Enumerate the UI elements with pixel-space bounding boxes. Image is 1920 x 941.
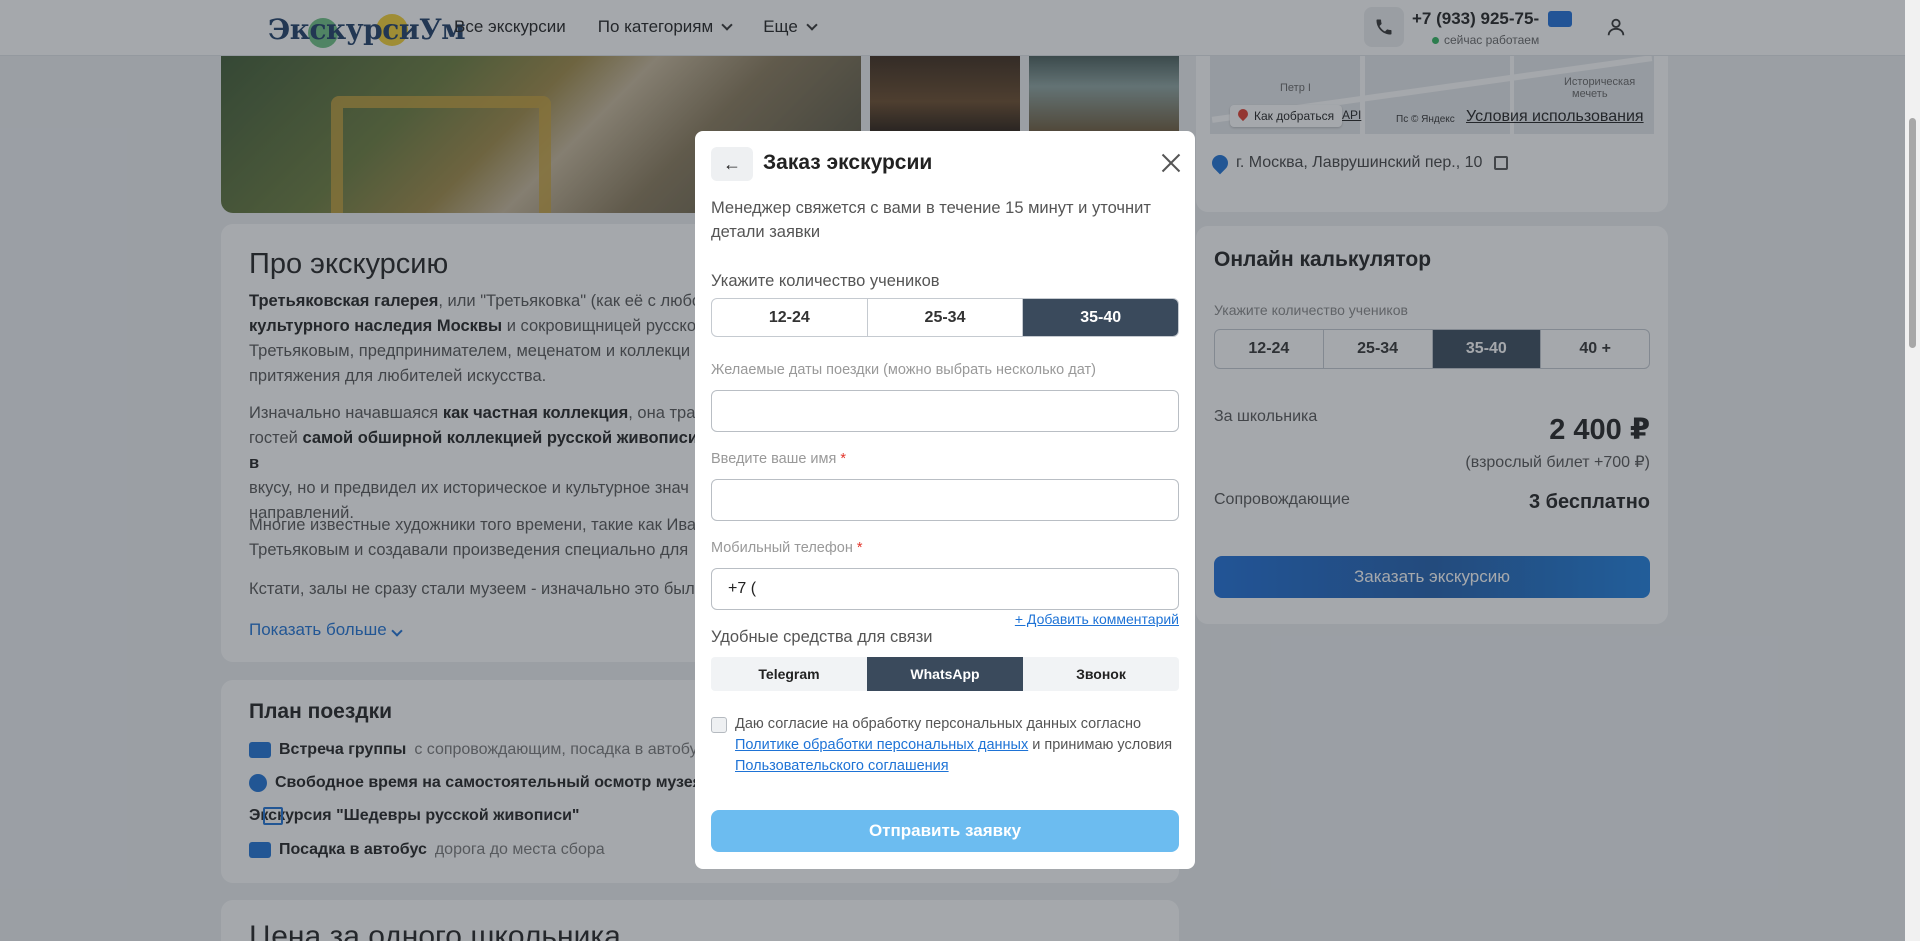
close-icon[interactable] — [1159, 151, 1183, 175]
required-mark: * — [840, 451, 847, 467]
add-comment-link[interactable]: + Добавить комментарий — [1015, 611, 1179, 627]
contact-method-label: Удобные средства для связи — [711, 628, 933, 646]
contact-option-whatsapp[interactable]: WhatsApp — [867, 657, 1023, 691]
consent-text: Даю согласие на обработку персональных д… — [735, 716, 1173, 774]
modal-description: Менеджер свяжется с вами в течение 15 ми… — [711, 199, 1151, 241]
submit-request-button[interactable]: Отправить заявку — [711, 810, 1179, 852]
privacy-policy-link[interactable]: Политике обработки персональных данных — [735, 737, 1028, 753]
dates-input[interactable] — [711, 390, 1179, 432]
name-input[interactable] — [711, 479, 1179, 521]
scrollbar-thumb[interactable] — [1909, 118, 1916, 348]
phone-input[interactable]: +7 ( — [711, 568, 1179, 610]
contact-option-call[interactable]: Звонок — [1023, 657, 1179, 691]
consent-checkbox[interactable] — [711, 717, 727, 733]
student-count-option-selected[interactable]: 35-40 — [1023, 299, 1178, 336]
required-mark: * — [856, 540, 863, 556]
modal-title: Заказ экскурсии — [763, 151, 933, 174]
phone-label: Мобильный телефон * — [711, 540, 863, 556]
student-count-option[interactable]: 12-24 — [712, 299, 868, 336]
dates-label: Желаемые даты поездки (можно выбрать нес… — [711, 362, 1096, 378]
student-count-option[interactable]: 25-34 — [868, 299, 1024, 336]
order-tour-modal: ← Заказ экскурсии Менеджер свяжется с ва… — [695, 131, 1195, 869]
back-button[interactable]: ← — [711, 147, 753, 181]
name-label: Введите ваше имя * — [711, 451, 847, 467]
contact-option-telegram[interactable]: Telegram — [711, 657, 867, 691]
user-agreement-link[interactable]: Пользовательского соглашения — [735, 758, 949, 774]
students-label: Укажите количество учеников — [711, 272, 940, 290]
student-count-selector: 12-24 25-34 35-40 — [711, 298, 1179, 337]
contact-method-selector: Telegram WhatsApp Звонок — [711, 657, 1179, 691]
page-scrollbar[interactable] — [1905, 0, 1920, 941]
